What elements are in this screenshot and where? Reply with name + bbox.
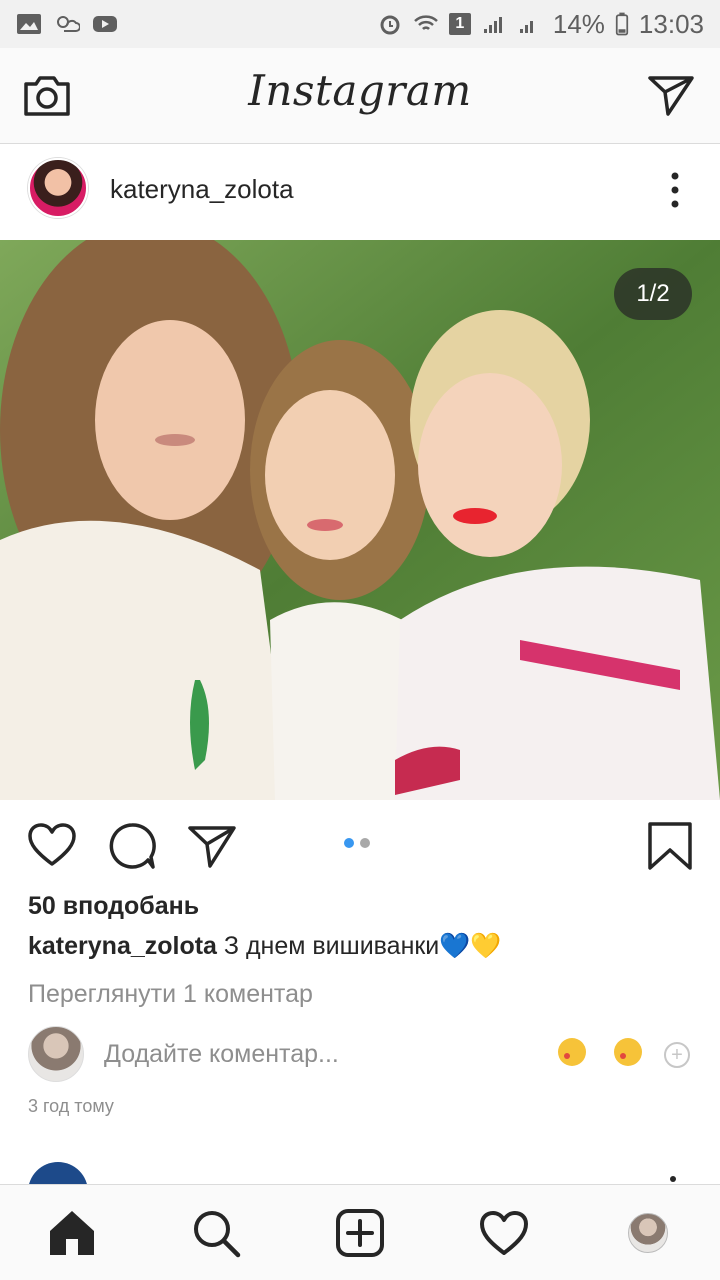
- image-counter: 1/2: [614, 268, 692, 320]
- caption-text: З днем вишиванки💙💛: [216, 932, 502, 960]
- caption-username[interactable]: kateryna_zolota: [28, 932, 217, 960]
- commenter-avatar: [28, 1026, 84, 1082]
- likes-count[interactable]: 50 вподобань: [28, 892, 199, 921]
- activity-heart-icon[interactable]: [478, 1207, 530, 1259]
- direct-message-icon[interactable]: [646, 70, 696, 120]
- battery-percent: 14%: [552, 8, 605, 39]
- wifi-icon: [414, 15, 438, 30]
- kiss-heart-emoji-icon[interactable]: [614, 1038, 642, 1066]
- more-options-icon[interactable]: [670, 172, 680, 208]
- new-post-icon[interactable]: [334, 1207, 386, 1259]
- photo-image: [0, 240, 720, 800]
- gallery-icon: [17, 14, 41, 34]
- post-username[interactable]: kateryna_zolota: [110, 174, 294, 205]
- carousel-indicator: [344, 838, 370, 848]
- sim-badge: 1: [448, 13, 471, 35]
- comment-bubble-icon[interactable]: [106, 820, 158, 872]
- app-logo: Instagram: [248, 66, 472, 115]
- home-icon[interactable]: [46, 1207, 98, 1259]
- battery-icon: [615, 12, 629, 36]
- add-comment-row: Додайте коментар... +: [0, 1022, 720, 1086]
- alarm-icon: [380, 15, 400, 35]
- clock: 13:03: [638, 8, 704, 39]
- carousel-dot: [360, 838, 370, 848]
- search-icon[interactable]: [190, 1207, 242, 1259]
- next-post-more-icon[interactable]: [670, 1176, 676, 1182]
- top-bar: Instagram: [0, 48, 720, 144]
- bookmark-icon[interactable]: [644, 820, 696, 872]
- signal-icon: [483, 17, 502, 33]
- post-photo[interactable]: 1/2: [0, 240, 720, 800]
- weather-icon: [57, 16, 80, 32]
- post-caption: kateryna_zolota З днем вишиванки💙💛: [28, 932, 502, 961]
- like-heart-icon[interactable]: [26, 820, 78, 872]
- youtube-icon: [93, 16, 117, 32]
- post-header: kateryna_zolota: [0, 146, 720, 236]
- status-bar: 1 14% 13:03: [0, 0, 720, 48]
- kiss-emoji-icon[interactable]: [558, 1038, 586, 1066]
- carousel-dot-active: [344, 838, 354, 848]
- add-emoji-icon[interactable]: +: [664, 1042, 690, 1068]
- bottom-navigation: [0, 1184, 720, 1280]
- comment-input[interactable]: Додайте коментар...: [104, 1040, 339, 1069]
- post-actions: [0, 810, 720, 880]
- profile-avatar[interactable]: [628, 1213, 668, 1253]
- avatar[interactable]: [28, 158, 88, 218]
- share-icon[interactable]: [186, 820, 238, 872]
- post-timestamp: 3 год тому: [28, 1096, 114, 1116]
- signal-icon-2: [519, 21, 533, 33]
- view-comments-link[interactable]: Переглянути 1 коментар: [28, 980, 313, 1009]
